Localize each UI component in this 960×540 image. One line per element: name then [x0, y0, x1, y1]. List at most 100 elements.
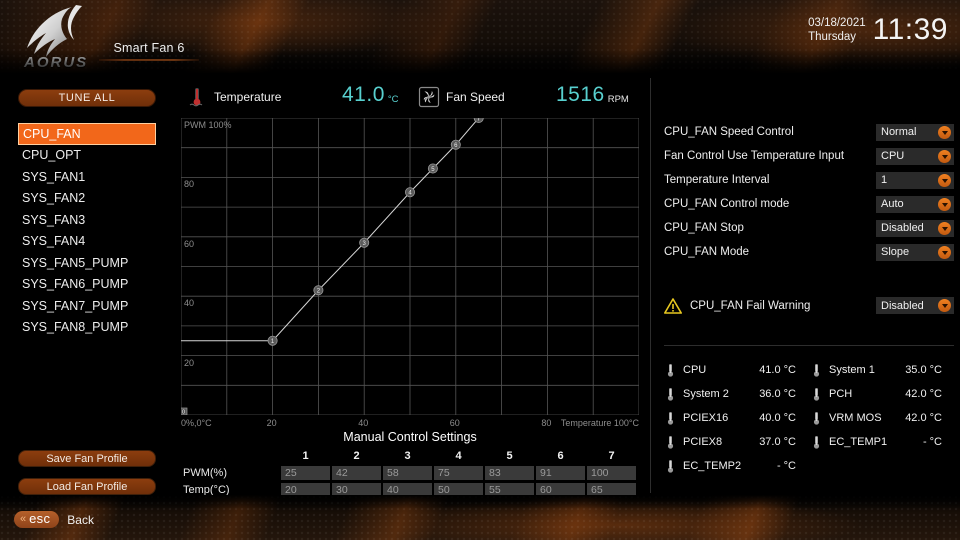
temperature-label: Temperature: [214, 90, 282, 104]
header-bar: AORUS Smart Fan 6 03/18/2021 Thursday 11…: [0, 0, 960, 75]
fan-curve-plot[interactable]: 12345670: [181, 118, 639, 415]
temp-name: PCH: [829, 388, 853, 400]
setting-dropdown[interactable]: Auto: [876, 195, 954, 213]
temp-readout: PCH 42.0 °C: [810, 382, 956, 406]
manual-control-column-header: 3: [404, 449, 411, 462]
setting-value: CPU: [881, 150, 905, 162]
temp-name: EC_TEMP1: [829, 436, 888, 448]
manual-control-column-header: 7: [608, 449, 615, 462]
setting-dropdown[interactable]: 1: [876, 171, 954, 189]
fan-icon: [418, 86, 440, 108]
axis-origin-label: 0%,0°C: [181, 418, 212, 428]
fan-curve-chart[interactable]: 12345670 20 40 60 80 PWM 100% 20 40 60 80 0%,0°…: [181, 118, 639, 428]
tune-all-button[interactable]: TUNE ALL: [18, 89, 156, 107]
fan-list-item-sys_fan8_pump[interactable]: SYS_FAN8_PUMP: [18, 317, 156, 339]
manual-control-row-label: Temp(°C): [183, 483, 230, 496]
manual-control-column-header: 2: [353, 449, 360, 462]
chevron-down-icon[interactable]: [938, 299, 951, 312]
temp-readout: EC_TEMP2 - °C: [664, 454, 810, 478]
fan-list-item-label: SYS_FAN6_PUMP: [22, 277, 129, 291]
temp-readout: System 1 35.0 °C: [810, 358, 956, 382]
fan-list-item-label: SYS_FAN7_PUMP: [22, 298, 129, 313]
temp-readout: CPU 41.0 °C: [664, 358, 810, 382]
fan-curve-line: [181, 118, 480, 342]
thermometer-small-icon: [664, 411, 677, 426]
temps-divider: [664, 345, 954, 346]
temp-name: VRM MOS: [829, 412, 882, 424]
thermometer-small-icon: [664, 459, 677, 474]
manual-control-cell[interactable]: 42: [332, 465, 381, 480]
load-fan-profile-button[interactable]: Load Fan Profile: [18, 478, 156, 495]
temp-readout: VRM MOS 42.0 °C: [810, 406, 956, 430]
esc-key-button[interactable]: « esc: [14, 511, 60, 528]
manual-control-cell[interactable]: 91: [536, 465, 585, 480]
fail-warning-row: CPU_FAN Fail Warning Disabled: [664, 297, 954, 314]
setting-dropdown[interactable]: Slope: [876, 243, 954, 261]
header-fade: [0, 49, 960, 75]
manual-control-cell[interactable]: 25: [281, 465, 330, 480]
manual-control-row-label: PWM(%): [183, 466, 227, 479]
thermometer-small-icon: [810, 363, 823, 378]
panel-divider: [650, 78, 651, 493]
fan-list-item-sys_fan4[interactable]: SYS_FAN4: [18, 231, 156, 253]
temp-value: 40.0 °C: [759, 412, 796, 424]
temp-value: - °C: [776, 460, 796, 472]
manual-control-column-headers: 1 2 3 4 5 6 7: [281, 450, 636, 462]
fan-list-item-label: CPU_OPT: [22, 148, 82, 162]
thermometer-small-icon: [664, 363, 677, 378]
back-control[interactable]: « esc Back: [14, 511, 94, 528]
thermometer-icon: [186, 86, 208, 108]
manual-control-cell[interactable]: 75: [434, 465, 483, 480]
fan-list-item-sys_fan6_pump[interactable]: SYS_FAN6_PUMP: [18, 274, 156, 296]
fan-list-item-sys_fan1[interactable]: SYS_FAN1: [18, 167, 156, 189]
temp-value: 35.0 °C: [905, 364, 942, 376]
x-tick-label: 80: [541, 418, 552, 428]
live-metrics: Temperature 41.0 °C Fan Speed 1516 RPM: [186, 83, 646, 110]
chevron-down-icon[interactable]: [938, 149, 951, 163]
fan-list-item-sys_fan2[interactable]: SYS_FAN2: [18, 188, 156, 210]
setting-dropdown[interactable]: CPU: [876, 147, 954, 165]
fail-warning-dropdown[interactable]: Disabled: [876, 297, 954, 314]
setting-row-1: Fan Control Use Temperature Input CPU: [664, 144, 954, 168]
fan-list-item-sys_fan3[interactable]: SYS_FAN3: [18, 210, 156, 232]
temp-name: PCIEX8: [683, 436, 723, 448]
fan-list-item-label: CPU_FAN: [23, 127, 81, 141]
temp-readout: PCIEX8 37.0 °C: [664, 430, 810, 454]
setting-dropdown[interactable]: Normal: [876, 123, 954, 141]
fan-list-item-cpu_fan[interactable]: CPU_FAN: [18, 123, 156, 145]
temp-value: 42.0 °C: [905, 388, 942, 400]
fail-warning-label: CPU_FAN Fail Warning: [690, 299, 811, 312]
temp-name: System 2: [683, 388, 729, 400]
save-fan-profile-button[interactable]: Save Fan Profile: [18, 450, 156, 467]
temperature-unit: °C: [387, 94, 399, 105]
fan-list-item-cpu_opt[interactable]: CPU_OPT: [18, 145, 156, 167]
fan-list-item-sys_fan5_pump[interactable]: SYS_FAN5_PUMP: [18, 253, 156, 275]
manual-control-cell[interactable]: 100: [587, 465, 636, 480]
manual-control-title: Manual Control Settings: [343, 430, 477, 444]
fan-list-item-label: SYS_FAN2: [22, 191, 86, 205]
temp-name: EC_TEMP2: [683, 460, 742, 472]
chevron-down-icon[interactable]: [938, 245, 951, 259]
chevron-down-icon[interactable]: [938, 197, 951, 211]
manual-control-cell[interactable]: 83: [485, 465, 534, 480]
setting-value: 1: [881, 174, 888, 186]
setting-value: Disabled: [881, 222, 924, 234]
setting-dropdown[interactable]: Disabled: [876, 219, 954, 237]
manual-control-column-header: 5: [506, 449, 513, 462]
esc-label: esc: [29, 511, 51, 526]
temp-value: 36.0 °C: [759, 388, 796, 400]
manual-control-cells: 25 42 58 75 83 91 100: [281, 465, 636, 480]
x-tick-label: 60: [449, 418, 460, 428]
chevron-down-icon[interactable]: [938, 173, 951, 187]
temp-readout: PCIEX16 40.0 °C: [664, 406, 810, 430]
manual-control-cell[interactable]: 58: [383, 465, 432, 480]
manual-control-header-row: 1 2 3 4 5 6 7: [181, 448, 639, 463]
fan-list-item-sys_fan7_pump[interactable]: SYS_FAN7_PUMP: [18, 296, 156, 318]
chevron-down-icon[interactable]: [938, 125, 951, 139]
temp-name: PCIEX16: [683, 412, 729, 424]
clock-date-block: 03/18/2021 Thursday: [808, 14, 866, 44]
manual-control-row: PWM(%) 25 42 58 75 83 91 100: [181, 465, 639, 480]
chevron-down-icon[interactable]: [938, 221, 951, 235]
manual-control-column-header: 1: [302, 449, 309, 462]
fan-list-item-label: SYS_FAN1: [22, 169, 86, 184]
